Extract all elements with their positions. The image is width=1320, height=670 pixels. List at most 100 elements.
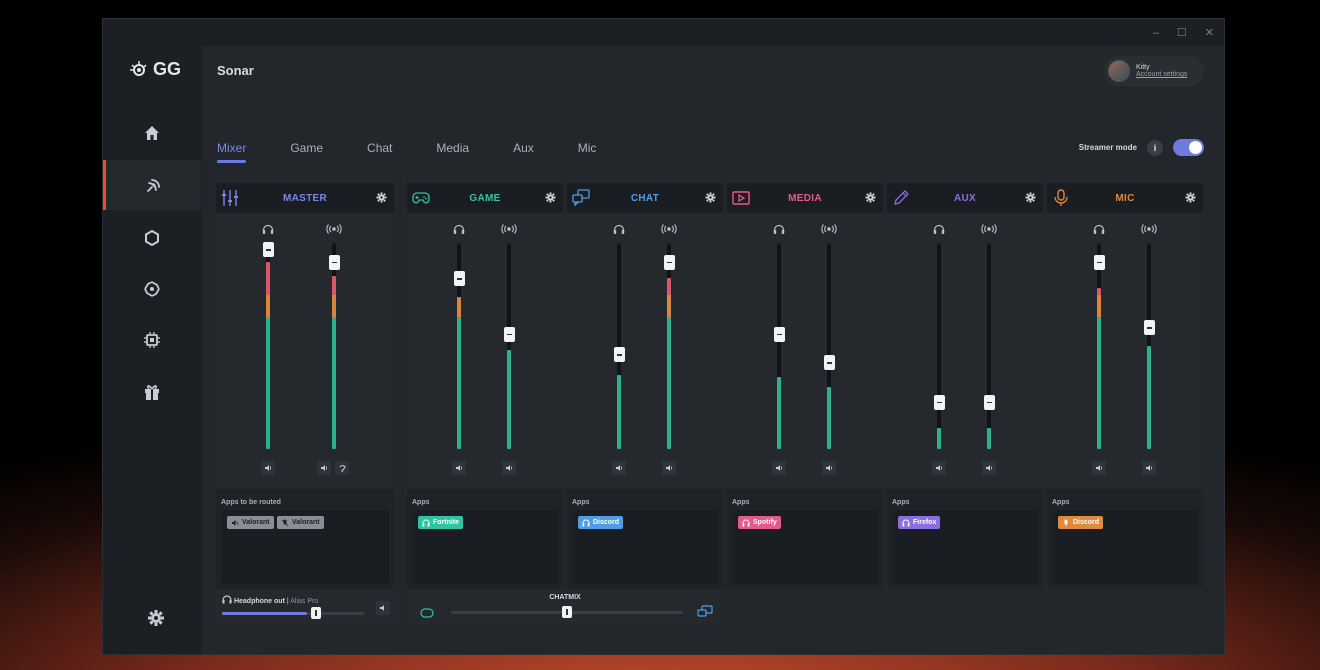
headphone-volume-handle[interactable]: [453, 271, 465, 287]
channel-settings-button[interactable]: [865, 192, 876, 206]
engine-icon: [144, 281, 160, 297]
apps-dropzone[interactable]: Discord: [1052, 510, 1198, 584]
tab-mixer[interactable]: Mixer: [217, 141, 247, 163]
tab-mic[interactable]: Mic: [578, 141, 597, 163]
account-button[interactable]: Kitty Account settings: [1104, 56, 1204, 86]
tab-game[interactable]: Game: [290, 141, 323, 163]
stream-track[interactable]: [987, 243, 991, 449]
nav-engine[interactable]: [103, 213, 201, 263]
tab-aux[interactable]: Aux: [513, 141, 534, 163]
tab-media[interactable]: Media: [436, 141, 469, 163]
monitor-button[interactable]: [335, 461, 349, 475]
apps-dropzone[interactable]: Fortnite: [412, 510, 558, 584]
fader-area: [216, 213, 394, 489]
headphone-mute-button[interactable]: [1092, 461, 1106, 475]
app-chip[interactable]: Valorant: [277, 516, 324, 529]
mic-icon: [1064, 519, 1068, 526]
output-device: Alias Pro: [290, 598, 319, 605]
nav-moments[interactable]: [103, 264, 201, 314]
info-button[interactable]: i: [1147, 139, 1163, 156]
app-chip[interactable]: Firefox: [898, 516, 941, 529]
apps-dropzone[interactable]: Discord: [572, 510, 718, 584]
channel-settings-button[interactable]: [1025, 192, 1036, 206]
headphone-volume-handle[interactable]: [933, 394, 945, 410]
output-volume-handle[interactable]: [311, 607, 322, 619]
stream-volume-handle[interactable]: [328, 254, 340, 270]
stream-volume-handle[interactable]: [503, 326, 515, 342]
minimize-button[interactable]: –: [1153, 27, 1159, 39]
stream-mute-button[interactable]: [1142, 461, 1156, 475]
headphone-volume-handle[interactable]: [613, 347, 625, 363]
output-mute-button[interactable]: [376, 601, 390, 615]
app-chip[interactable]: Discord: [1058, 516, 1104, 529]
close-button[interactable]: ✕: [1205, 26, 1214, 39]
headphone-volume-handle[interactable]: [1093, 254, 1105, 270]
headphone-icon: [582, 519, 590, 526]
nav-devices[interactable]: [103, 315, 201, 365]
stream-volume-handle[interactable]: [823, 355, 835, 371]
tab-chat[interactable]: Chat: [367, 141, 392, 163]
nav-home[interactable]: [103, 108, 201, 158]
headphone-track[interactable]: [937, 243, 941, 449]
headphone-mute-button[interactable]: [772, 461, 786, 475]
headphone-mute-button[interactable]: [932, 461, 946, 475]
app-chip[interactable]: Fortnite: [418, 516, 464, 529]
apps-dropzone[interactable]: Valorant Valorant: [221, 510, 389, 584]
stream-mute-button[interactable]: [502, 461, 516, 475]
chip-icon: [144, 332, 160, 348]
play-icon: [732, 191, 750, 205]
brand-logo: GG: [129, 59, 181, 80]
nav-rewards[interactable]: [103, 367, 201, 417]
apps-dropzone[interactable]: Firefox: [892, 510, 1038, 584]
app-chip[interactable]: Discord: [578, 516, 624, 529]
brand-name: GG: [153, 59, 182, 79]
apps-dropzone[interactable]: Spotify: [732, 510, 878, 584]
stream-mute-button[interactable]: [662, 461, 676, 475]
stream-track[interactable]: [667, 243, 671, 449]
headphone-volume-handle[interactable]: [262, 242, 274, 258]
headphone-track[interactable]: [266, 243, 270, 449]
channel-settings-button[interactable]: [545, 192, 556, 206]
headphone-mute-button[interactable]: [261, 461, 275, 475]
stream-mute-button[interactable]: [822, 461, 836, 475]
headphone-output-icon: [222, 595, 232, 604]
stream-track[interactable]: [827, 243, 831, 449]
streamer-mode-toggle[interactable]: [1173, 139, 1204, 156]
stream-volume-handle[interactable]: [983, 394, 995, 410]
channel-settings-button[interactable]: [705, 192, 716, 206]
headphone-track[interactable]: [777, 243, 781, 449]
stream-mute-button[interactable]: [982, 461, 996, 475]
broadcast-icon: [326, 224, 342, 237]
headphone-track[interactable]: [1097, 243, 1101, 449]
maximize-button[interactable]: ☐: [1177, 26, 1187, 39]
stream-volume-handle[interactable]: [663, 254, 675, 270]
account-settings-link[interactable]: Account settings: [1136, 71, 1187, 78]
headphone-volume-handle[interactable]: [773, 326, 785, 342]
app-chip[interactable]: Valorant: [227, 516, 274, 529]
headphone-mute-button[interactable]: [612, 461, 626, 475]
app-chip[interactable]: Spotify: [738, 516, 781, 529]
headphone-mute-button[interactable]: [452, 461, 466, 475]
nav-sonar[interactable]: [103, 160, 201, 210]
chatmix-slider[interactable]: [451, 606, 683, 618]
headphone-icon: [1093, 224, 1105, 238]
nav-settings[interactable]: [147, 609, 165, 632]
stream-track[interactable]: [1147, 243, 1151, 449]
headphone-icon: [613, 224, 625, 238]
output-volume-slider[interactable]: [222, 607, 364, 619]
stream-level-meter: [827, 387, 831, 449]
channel-header: MEDIA: [727, 183, 883, 213]
channel-settings-button[interactable]: [376, 192, 387, 206]
chatmix-handle[interactable]: [562, 606, 572, 618]
channel-name: MIC: [1115, 192, 1135, 204]
stream-volume-handle[interactable]: [1143, 320, 1155, 336]
headphone-icon: [933, 224, 945, 238]
headphone-track[interactable]: [617, 243, 621, 449]
channel-settings-button[interactable]: [1185, 192, 1196, 206]
stream-track[interactable]: [332, 243, 336, 449]
channel-header: GAME: [407, 183, 563, 213]
channel-aux: AUX Apps Firefox: [887, 183, 1043, 588]
gear-icon: [865, 192, 876, 203]
stream-track[interactable]: [507, 243, 511, 449]
stream-mute-button[interactable]: [317, 461, 331, 475]
